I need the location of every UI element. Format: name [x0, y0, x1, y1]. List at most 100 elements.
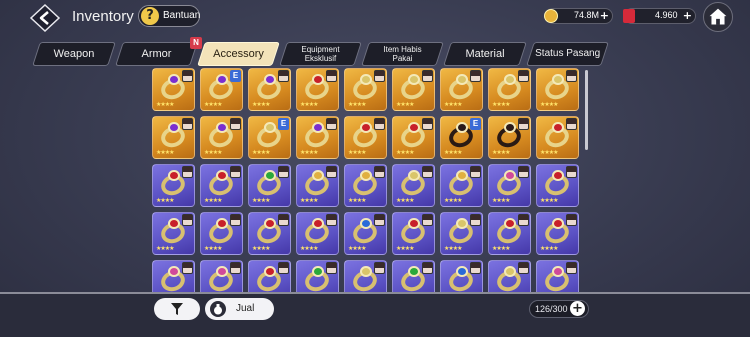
- star-rating: ★★★★: [300, 197, 318, 204]
- star-rating: ★★★★: [444, 245, 462, 252]
- gem-icon: [504, 122, 516, 133]
- inventory-item[interactable]: ★★★★: [152, 68, 195, 111]
- help-button[interactable]: ? Bantuan: [138, 5, 200, 27]
- character-portrait-icon: [518, 166, 529, 178]
- character-portrait-icon: [230, 118, 241, 130]
- inventory-item[interactable]: ★★★★: [392, 164, 435, 207]
- inventory-item[interactable]: E ★★★★: [440, 116, 483, 159]
- tab-equipment-eksklusif-label: Equipment Eksklusif: [301, 45, 340, 63]
- inventory-item[interactable]: ★★★★: [344, 164, 387, 207]
- inventory-item[interactable]: ★★★★: [152, 212, 195, 255]
- filter-button[interactable]: [154, 298, 200, 320]
- gem-icon: [504, 170, 516, 181]
- gem-icon: [216, 266, 228, 277]
- character-portrait-icon: [230, 214, 241, 226]
- tab-status-pasang[interactable]: Status Pasang: [526, 42, 609, 66]
- inventory-item[interactable]: ★★★★: [344, 116, 387, 159]
- star-rating: ★★★★: [396, 197, 414, 204]
- inventory-item[interactable]: ★★★★: [536, 116, 579, 159]
- character-portrait-icon: [182, 214, 193, 226]
- inventory-item[interactable]: ★★★★: [200, 212, 243, 255]
- inventory-item[interactable]: ★★★★: [152, 260, 195, 292]
- gem-icon: [456, 218, 468, 229]
- sell-button[interactable]: Jual: [205, 298, 274, 320]
- inventory-item[interactable]: ★★★★: [392, 260, 435, 292]
- star-rating: ★★★★: [156, 101, 174, 108]
- inventory-item[interactable]: ★★★★: [248, 260, 291, 292]
- inventory-item[interactable]: ★★★★: [536, 260, 579, 292]
- inventory-item[interactable]: ★★★★: [440, 68, 483, 111]
- inventory-item[interactable]: ★★★★: [536, 212, 579, 255]
- inventory-item[interactable]: ★★★★: [296, 164, 339, 207]
- inventory-item[interactable]: ★★★★: [200, 116, 243, 159]
- star-rating: ★★★★: [444, 149, 462, 156]
- inventory-item[interactable]: ★★★★: [296, 212, 339, 255]
- inventory-item[interactable]: ★★★★: [488, 212, 531, 255]
- inventory-item[interactable]: E ★★★★: [200, 68, 243, 111]
- character-portrait-icon: [326, 70, 337, 82]
- star-rating: ★★★★: [396, 149, 414, 156]
- inventory-item[interactable]: ★★★★: [248, 212, 291, 255]
- inventory-item[interactable]: ★★★★: [296, 68, 339, 111]
- inventory-item[interactable]: ★★★★: [296, 260, 339, 292]
- inventory-item[interactable]: ★★★★: [488, 164, 531, 207]
- character-portrait-icon: [374, 214, 385, 226]
- home-icon[interactable]: [703, 2, 733, 32]
- add-gold-button[interactable]: +: [600, 10, 609, 22]
- add-ticket-button[interactable]: +: [683, 10, 692, 22]
- gem-icon: [168, 170, 180, 181]
- star-rating: ★★★★: [492, 101, 510, 108]
- tab-accessory[interactable]: Accessory: [197, 42, 280, 66]
- tab-item-habis-pakai[interactable]: Item Habis Pakai: [361, 42, 444, 66]
- star-rating: ★★★★: [300, 149, 318, 156]
- inventory-item[interactable]: ★★★★: [200, 164, 243, 207]
- gem-icon: [312, 266, 324, 277]
- inventory-item[interactable]: ★★★★: [440, 260, 483, 292]
- tab-equipment-eksklusif[interactable]: Equipment Eksklusif: [279, 42, 362, 66]
- inventory-item[interactable]: ★★★★: [440, 212, 483, 255]
- inventory-item[interactable]: ★★★★: [392, 68, 435, 111]
- expand-capacity-button[interactable]: +: [570, 301, 585, 316]
- ticket-icon: [623, 9, 635, 23]
- inventory-item[interactable]: ★★★★: [488, 260, 531, 292]
- inventory-item[interactable]: E ★★★★: [248, 116, 291, 159]
- tab-material[interactable]: Material: [443, 42, 527, 66]
- tab-weapon[interactable]: Weapon: [32, 42, 116, 66]
- character-portrait-icon: [374, 118, 385, 130]
- inventory-item[interactable]: ★★★★: [344, 68, 387, 111]
- star-rating: ★★★★: [540, 197, 558, 204]
- inventory-item[interactable]: ★★★★: [392, 116, 435, 159]
- star-rating: ★★★★: [252, 101, 270, 108]
- star-rating: ★★★★: [444, 197, 462, 204]
- inventory-item[interactable]: ★★★★: [536, 68, 579, 111]
- grid-scrollbar[interactable]: [585, 70, 588, 150]
- ticket-currency: 4.960 +: [623, 8, 696, 24]
- inventory-item[interactable]: ★★★★: [152, 116, 195, 159]
- inventory-item[interactable]: ★★★★: [200, 260, 243, 292]
- character-portrait-icon: [566, 166, 577, 178]
- inventory-item[interactable]: ★★★★: [536, 164, 579, 207]
- gem-icon: [408, 122, 420, 133]
- back-icon[interactable]: [28, 2, 62, 34]
- inventory-item[interactable]: ★★★★: [296, 116, 339, 159]
- star-rating: ★★★★: [540, 149, 558, 156]
- gem-icon: [264, 74, 276, 85]
- gem-icon: [456, 122, 468, 133]
- inventory-item[interactable]: ★★★★: [488, 68, 531, 111]
- inventory-item[interactable]: ★★★★: [344, 212, 387, 255]
- inventory-item[interactable]: ★★★★: [392, 212, 435, 255]
- inventory-item[interactable]: ★★★★: [440, 164, 483, 207]
- inventory-item[interactable]: ★★★★: [152, 164, 195, 207]
- inventory-item[interactable]: ★★★★: [248, 164, 291, 207]
- tab-accessory-label: Accessory: [213, 48, 264, 60]
- tab-armor[interactable]: Armor: [115, 42, 198, 66]
- character-portrait-icon: [326, 262, 337, 274]
- inventory-item[interactable]: ★★★★: [488, 116, 531, 159]
- star-rating: ★★★★: [396, 245, 414, 252]
- character-portrait-icon: [182, 262, 193, 274]
- star-rating: ★★★★: [300, 101, 318, 108]
- bottom-bar: [0, 294, 750, 337]
- star-rating: ★★★★: [252, 245, 270, 252]
- inventory-item[interactable]: ★★★★: [248, 68, 291, 111]
- inventory-item[interactable]: ★★★★: [344, 260, 387, 292]
